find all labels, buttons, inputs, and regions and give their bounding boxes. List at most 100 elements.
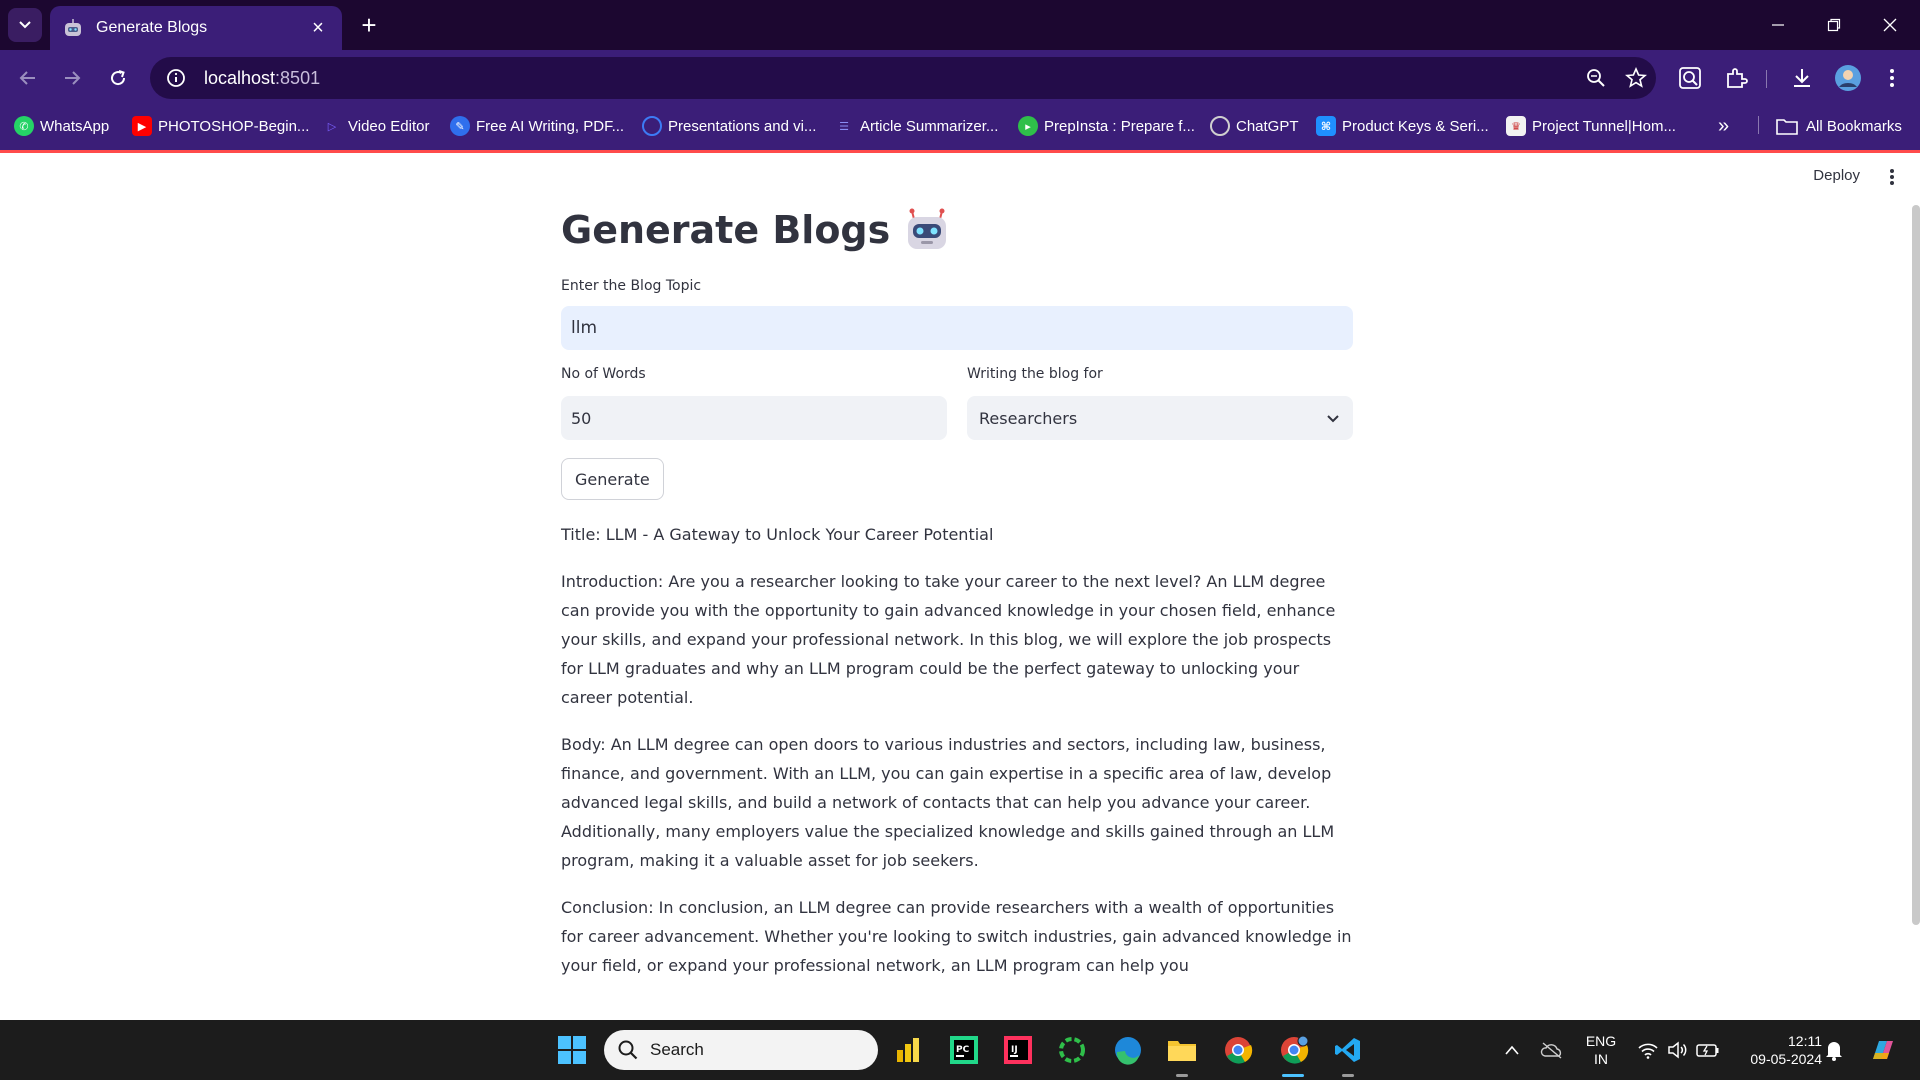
show-hidden-icons-icon[interactable] — [1492, 1030, 1532, 1070]
bookmark-label: Article Summarizer... — [860, 117, 999, 135]
forward-button[interactable] — [54, 60, 90, 96]
extensions-icon[interactable] — [1718, 60, 1754, 96]
bookmark-presentations[interactable]: Presentations and vi... — [642, 106, 816, 146]
download-icon[interactable] — [1784, 60, 1820, 96]
bookmark-label: Video Editor — [348, 117, 430, 135]
bookmarks-bar: ✆ WhatsApp ▶ PHOTOSHOP-Begin... ▷ Video … — [0, 106, 1920, 150]
site-info-icon[interactable] — [156, 57, 196, 99]
video-editor-icon: ▷ — [327, 120, 337, 133]
app-header: Deploy — [0, 153, 1920, 203]
onedrive-off-icon[interactable] — [1532, 1030, 1572, 1070]
bookmark-chatgpt[interactable]: ChatGPT — [1210, 106, 1299, 146]
power-bi-icon[interactable] — [888, 1030, 928, 1070]
bookmarks-divider — [1758, 116, 1759, 134]
tab-strip: Generate Blogs × + — [0, 0, 1920, 50]
bookmark-star-icon[interactable] — [1616, 57, 1656, 99]
address-bar[interactable]: localhost:8501 — [150, 57, 1656, 99]
taskbar-search[interactable]: Search — [604, 1030, 878, 1070]
search-label: Search — [650, 1040, 704, 1059]
close-tab-icon[interactable]: × — [306, 17, 330, 40]
ai-writing-icon: ✎ — [450, 116, 470, 136]
tab-generate-blogs[interactable]: Generate Blogs × — [50, 6, 342, 50]
reload-button[interactable] — [100, 60, 136, 96]
notification-bell-icon[interactable] — [1814, 1030, 1854, 1070]
clock[interactable]: 12:11 09-05-2024 — [1730, 1032, 1822, 1068]
presentations-icon — [642, 116, 662, 136]
all-bookmarks[interactable]: All Bookmarks — [1776, 106, 1902, 146]
edge-icon[interactable] — [1108, 1030, 1148, 1070]
blog-output: Title: LLM - A Gateway to Unlock Your Ca… — [561, 520, 1353, 980]
clock-date: 09-05-2024 — [1750, 1051, 1822, 1067]
summarizer-icon: ☰ — [839, 120, 849, 133]
url-text[interactable]: localhost:8501 — [204, 68, 1576, 89]
audience-select[interactable]: Researchers — [967, 396, 1353, 440]
toolbar-divider — [1766, 70, 1767, 88]
page-scrollbar[interactable] — [1912, 205, 1920, 925]
pycharm-icon[interactable]: PC — [944, 1030, 984, 1070]
chrome-menu-icon[interactable] — [1874, 60, 1910, 96]
minimize-button[interactable] — [1750, 0, 1806, 50]
generate-button[interactable]: Generate — [561, 458, 664, 500]
restore-icon — [1827, 18, 1841, 32]
arrow-left-icon — [19, 71, 35, 85]
search-icon — [618, 1040, 638, 1060]
app-menu-icon[interactable] — [1884, 167, 1900, 187]
topic-input[interactable]: llm — [561, 306, 1353, 350]
url-host: localhost — [204, 67, 276, 88]
windows-start-icon[interactable] — [552, 1030, 592, 1070]
bookmark-label: PHOTOSHOP-Begin... — [158, 117, 310, 135]
blog-introduction: Introduction: Are you a researcher looki… — [561, 572, 1336, 707]
more-bookmarks-icon[interactable]: » — [1718, 106, 1729, 146]
options-row: No of Words 50 Writing the blog for Rese… — [561, 366, 1353, 440]
words-label: No of Words — [561, 366, 646, 382]
spinner-app-icon[interactable] — [1052, 1030, 1092, 1070]
deploy-button[interactable]: Deploy — [1813, 167, 1860, 184]
main-content: Generate Blogs Enter the Blog Topic llm … — [561, 200, 1353, 998]
blog-body: Body: An LLM degree can open doors to va… — [561, 735, 1335, 870]
bookmark-product-keys[interactable]: ⌘ Product Keys & Seri... — [1316, 106, 1489, 146]
new-tab-button[interactable]: + — [352, 8, 386, 42]
words-input[interactable]: 50 — [561, 396, 947, 440]
intellij-icon[interactable]: IJ — [998, 1030, 1038, 1070]
project-tunnel-icon: ♛ — [1506, 116, 1526, 136]
restore-button[interactable] — [1806, 0, 1862, 50]
lens-icon[interactable] — [1672, 60, 1708, 96]
svg-text:IJ: IJ — [1011, 1045, 1018, 1055]
bookmark-article-summarizer[interactable]: ☰ Article Summarizer... — [834, 106, 998, 146]
audience-selected-value: Researchers — [979, 408, 1078, 428]
zoom-icon[interactable] — [1576, 57, 1616, 99]
url-port: :8501 — [275, 67, 321, 88]
file-explorer-icon[interactable] — [1162, 1030, 1202, 1070]
bookmark-prepinsta[interactable]: ▸ PrepInsta : Prepare f... — [1018, 106, 1195, 146]
title-row: Generate Blogs — [561, 200, 1353, 260]
avatar-icon — [1835, 65, 1861, 91]
profile-avatar[interactable] — [1830, 60, 1866, 96]
explorer-running-indicator — [1176, 1074, 1188, 1077]
bookmark-label: Project Tunnel|Hom... — [1532, 117, 1676, 135]
language-code: ENG — [1585, 1033, 1617, 1049]
language-indicator[interactable]: ENG IN — [1576, 1032, 1626, 1068]
bookmark-photoshop[interactable]: ▶ PHOTOSHOP-Begin... — [132, 106, 309, 146]
page-title: Generate Blogs — [561, 208, 891, 252]
tab-search-button[interactable] — [8, 8, 42, 42]
robot-emoji-icon — [908, 208, 947, 249]
browser-toolbar: localhost:8501 — [0, 50, 1920, 106]
bookmark-label: WhatsApp — [40, 117, 110, 135]
battery-icon[interactable] — [1688, 1030, 1728, 1070]
bookmark-project-tunnel[interactable]: ♛ Project Tunnel|Hom... — [1506, 106, 1676, 146]
bookmark-video-editor[interactable]: ▷ Video Editor — [322, 106, 430, 146]
bookmark-label: PrepInsta : Prepare f... — [1044, 117, 1195, 135]
bookmark-label: ChatGPT — [1236, 117, 1299, 135]
windows-taskbar: Search PC IJ ENG IN 12:11 09-05-2024 — [0, 1020, 1920, 1080]
folder-icon — [1776, 119, 1798, 135]
close-window-button[interactable] — [1862, 0, 1918, 50]
copilot-icon[interactable] — [1862, 1030, 1902, 1070]
vscode-icon[interactable] — [1328, 1030, 1368, 1070]
bookmark-ai-writing[interactable]: ✎ Free AI Writing, PDF... — [450, 106, 624, 146]
chevron-down-icon — [19, 21, 31, 29]
bookmark-whatsapp[interactable]: ✆ WhatsApp — [14, 106, 109, 146]
chrome-icon[interactable] — [1218, 1030, 1258, 1070]
chrome-profile-icon[interactable] — [1274, 1030, 1314, 1070]
back-button[interactable] — [10, 60, 46, 96]
chevron-down-icon — [1327, 415, 1339, 423]
